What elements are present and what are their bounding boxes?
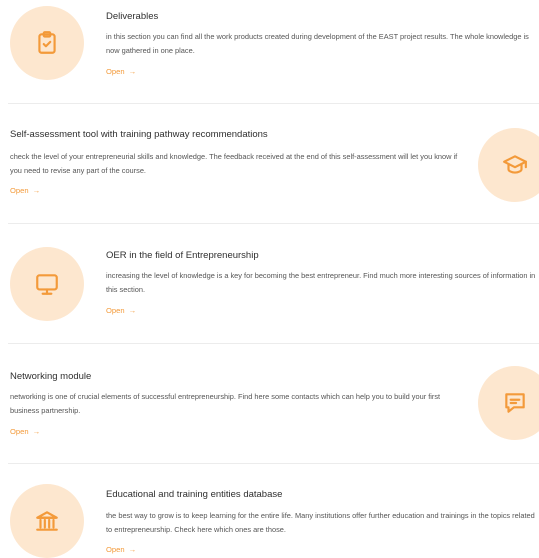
open-link[interactable]: Open → <box>10 186 40 195</box>
icon-circle <box>10 484 84 558</box>
item-title: Deliverables <box>106 11 159 22</box>
graduation-cap-icon <box>503 155 527 174</box>
open-link[interactable]: Open → <box>106 67 136 76</box>
icon-circle <box>478 366 539 440</box>
chat-message-icon <box>505 393 525 413</box>
item-description: check the level of your entrepreneurial … <box>10 152 458 175</box>
item-description: networking is one of crucial elements of… <box>10 392 441 415</box>
arrow-right-icon: → <box>128 67 137 76</box>
item-title: OER in the field of Entrepreneurship <box>106 250 259 261</box>
item-title: Educational and training entities databa… <box>106 489 283 500</box>
arrow-right-icon: → <box>128 545 137 554</box>
item-description: in this section you can find all the wor… <box>106 32 529 55</box>
divider <box>8 463 539 464</box>
icon-circle <box>10 6 84 80</box>
icon-circle <box>478 128 539 202</box>
divider <box>8 223 539 224</box>
item-title: Self-assessment tool with training pathw… <box>10 129 268 140</box>
arrow-right-icon: → <box>128 306 137 315</box>
open-link[interactable]: Open → <box>106 306 136 315</box>
monitor-icon <box>36 274 58 295</box>
arrow-right-icon: → <box>32 186 41 195</box>
clipboard-check-icon <box>38 31 56 54</box>
divider <box>8 103 539 104</box>
open-link[interactable]: Open → <box>10 427 40 436</box>
divider <box>8 343 539 344</box>
institution-building-icon <box>36 511 58 531</box>
icon-circle <box>10 247 84 321</box>
open-link[interactable]: Open → <box>106 545 136 554</box>
arrow-right-icon: → <box>32 427 41 436</box>
item-title: Networking module <box>10 371 92 382</box>
item-description: the best way to grow is to keep learning… <box>106 511 535 534</box>
item-description: increasing the level of knowledge is a k… <box>106 271 536 294</box>
